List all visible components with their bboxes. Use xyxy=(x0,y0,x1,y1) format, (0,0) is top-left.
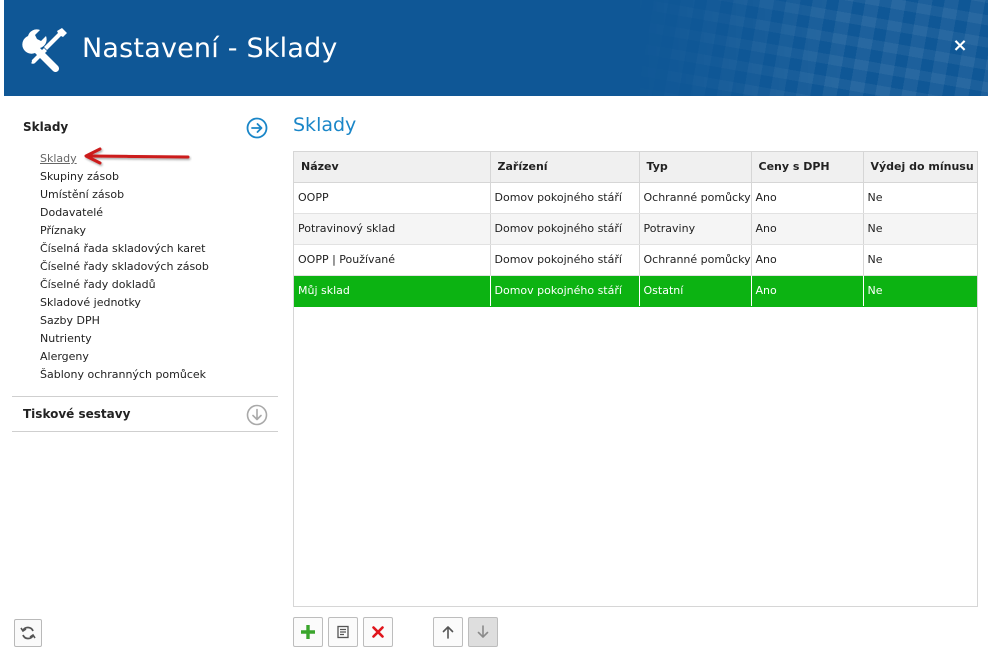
sidebar-items: Sklady Skupiny zásob Umístění zásob Doda… xyxy=(12,150,278,384)
edit-button[interactable] xyxy=(328,617,358,647)
refresh-button[interactable] xyxy=(14,619,42,647)
edit-icon xyxy=(337,625,349,639)
table-cell: Ne xyxy=(863,213,977,245)
sidebar-section2-title: Tiskové sestavy xyxy=(23,407,131,421)
warehouses-table: Název Zařízení Typ Ceny s DPH Výdej do m… xyxy=(293,151,978,607)
sidebar-item-sablony-pomucek[interactable]: Šablony ochranných pomůcek xyxy=(40,366,278,384)
table-cell: Domov pokojného stáří xyxy=(490,244,640,276)
table-cell: Ochranné pomůcky xyxy=(639,244,752,276)
close-button[interactable]: × xyxy=(952,37,968,55)
sidebar-section-sklady[interactable]: Sklady xyxy=(12,110,278,144)
move-up-button[interactable] xyxy=(433,617,463,647)
add-icon xyxy=(301,625,315,639)
column-header-vydej-do-minusu[interactable]: Výdej do mínusu xyxy=(863,152,977,183)
table-cell: Potravinový sklad xyxy=(294,213,491,245)
sidebar-item-umisteni-zasob[interactable]: Umístění zásob xyxy=(40,186,278,204)
table-header-row: Název Zařízení Typ Ceny s DPH Výdej do m… xyxy=(294,152,977,183)
sidebar-item-skupiny-zasob[interactable]: Skupiny zásob xyxy=(40,168,278,186)
table-cell: Domov pokojného stáří xyxy=(490,275,640,307)
sidebar-item-priznaky[interactable]: Příznaky xyxy=(40,222,278,240)
add-button[interactable] xyxy=(293,617,323,647)
table-row-selected[interactable]: Můj sklad Domov pokojného stáří Ostatní … xyxy=(294,275,977,307)
sidebar-section-title: Sklady xyxy=(23,120,69,134)
arrow-down-circle-icon[interactable] xyxy=(246,404,268,426)
column-header-typ[interactable]: Typ xyxy=(639,152,752,183)
annotation-arrow xyxy=(84,147,190,165)
column-header-ceny-s-dph[interactable]: Ceny s DPH xyxy=(751,152,864,183)
arrow-right-circle-icon[interactable] xyxy=(246,117,268,139)
table-cell: Ne xyxy=(863,275,977,307)
table-row[interactable]: Potravinový sklad Domov pokojného stáří … xyxy=(294,213,977,245)
sidebar-item-sazby-dph[interactable]: Sazby DPH xyxy=(40,312,278,330)
column-header-zarizeni[interactable]: Zařízení xyxy=(490,152,640,183)
sidebar-item-skladove-jednotky[interactable]: Skladové jednotky xyxy=(40,294,278,312)
table-cell: Ano xyxy=(751,275,864,307)
move-down-icon xyxy=(477,625,489,638)
sidebar-item-ciselne-rady-zasob[interactable]: Číselné řady skladových zásob xyxy=(40,258,278,276)
sidebar-item-dodavatele[interactable]: Dodavatelé xyxy=(40,204,278,222)
table-cell: Potraviny xyxy=(639,213,752,245)
table-cell: Ano xyxy=(751,213,864,245)
table-cell: Domov pokojného stáří xyxy=(490,182,640,214)
table-cell: Ne xyxy=(863,182,977,214)
move-down-button[interactable] xyxy=(468,617,498,647)
move-up-icon xyxy=(442,626,454,639)
table-cell: OOPP xyxy=(294,182,491,214)
table-cell: Ochranné pomůcky xyxy=(639,182,752,214)
sidebar-section-tiskove-sestavy[interactable]: Tiskové sestavy xyxy=(12,396,278,432)
refresh-icon xyxy=(20,626,36,640)
table-cell: OOPP | Používané xyxy=(294,244,491,276)
sidebar-item-alergeny[interactable]: Alergeny xyxy=(40,348,278,366)
table-cell: Můj sklad xyxy=(294,275,491,307)
window-title: Nastavení - Sklady xyxy=(82,33,338,64)
table-cell: Ne xyxy=(863,244,977,276)
delete-icon xyxy=(372,626,384,638)
sidebar-item-nutrienty[interactable]: Nutrienty xyxy=(40,330,278,348)
sidebar-section2-head: Tiskové sestavy xyxy=(12,397,278,431)
table-cell: Ostatní xyxy=(639,275,752,307)
table-row[interactable]: OOPP | Používané Domov pokojného stáří O… xyxy=(294,244,977,276)
window-header: Nastavení - Sklady × xyxy=(4,0,988,96)
page-title: Sklady xyxy=(293,114,357,136)
table-cell: Domov pokojného stáří xyxy=(490,213,640,245)
table-row[interactable]: OOPP Domov pokojného stáří Ochranné pomů… xyxy=(294,182,977,214)
table-cell: Ano xyxy=(751,182,864,214)
column-header-nazev[interactable]: Název xyxy=(294,152,491,183)
tools-icon xyxy=(22,28,67,72)
delete-button[interactable] xyxy=(363,617,393,647)
header-pattern xyxy=(628,0,988,96)
table-cell: Ano xyxy=(751,244,864,276)
sidebar-item-ciselna-rada-karet[interactable]: Číselná řada skladových karet xyxy=(40,240,278,258)
sidebar-item-ciselne-rady-dokladu[interactable]: Číselné řady dokladů xyxy=(40,276,278,294)
